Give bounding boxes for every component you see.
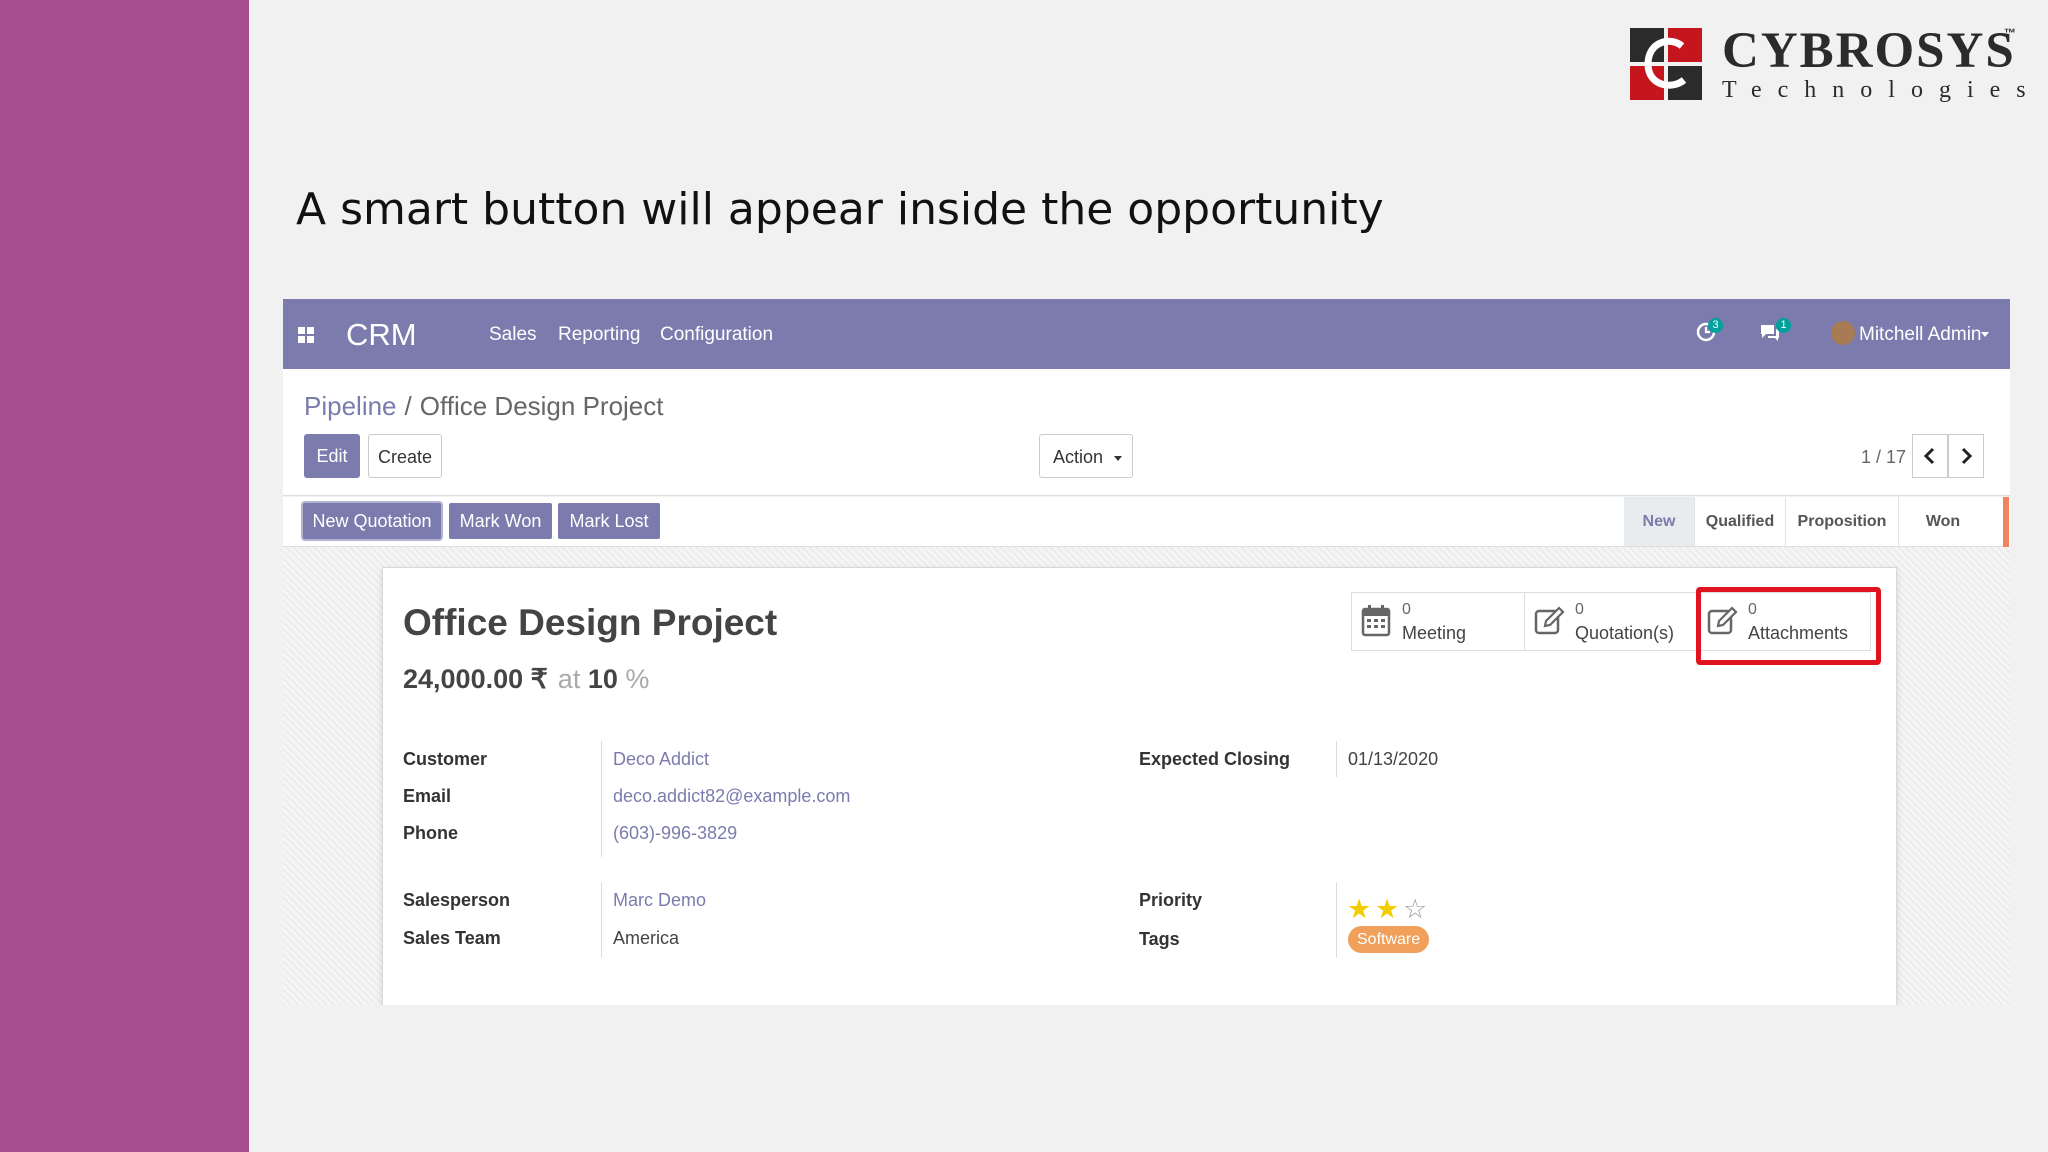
form-statusbar: New Quotation Mark Won Mark Lost New Qua… [283,497,2010,547]
probability-percent: % [625,664,650,694]
quotations-label: Quotation(s) [1575,623,1675,643]
app-name[interactable]: CRM [346,317,417,353]
field-divider [601,741,602,857]
revenue-amount[interactable]: 24,000.00 ₹ [403,664,548,694]
field-divider [601,882,602,958]
expected-closing-label: Expected Closing [1139,749,1291,769]
stage-new[interactable]: New [1624,497,1694,546]
new-quotation-button[interactable]: New Quotation [303,503,441,539]
menu-configuration[interactable]: Configuration [660,324,773,346]
slide-title: A smart button will appear inside the op… [296,184,1384,235]
revenue-at-label: at [557,664,581,694]
top-navbar: CRM Sales Reporting Configuration 3 1 Mi… [283,299,2010,369]
user-avatar[interactable] [1831,321,1855,345]
apps-menu-icon[interactable] [298,327,314,343]
priority-star-icon[interactable]: ★ [1375,896,1399,923]
tag-software[interactable]: Software [1348,926,1430,953]
edit-button[interactable]: Edit [304,434,360,478]
message-badge: 1 [1776,318,1791,333]
sales-team-value[interactable]: America [613,928,679,949]
salesperson-label: Salesperson [403,890,511,910]
mark-lost-button[interactable]: Mark Lost [558,503,660,539]
odoo-crm-window: CRM Sales Reporting Configuration 3 1 Mi… [283,299,2010,1005]
meeting-label: Meeting [1402,623,1467,643]
breadcrumb-separator: / [404,391,412,421]
customer-label: Customer [403,749,488,769]
expected-closing-value[interactable]: 01/13/2020 [1348,749,1438,770]
logo-name: CYBROSYS [1722,23,2016,79]
pager-previous-button[interactable] [1912,434,1948,478]
meeting-smart-button[interactable]: 0 Meeting [1352,593,1524,650]
priority-label: Priority [1139,890,1203,910]
activity-badge: 3 [1708,318,1723,333]
breadcrumb: Pipeline / Office Design Project [304,391,664,422]
menu-reporting[interactable]: Reporting [558,324,640,346]
priority-star-icon[interactable]: ★ [1347,896,1371,923]
opportunity-title[interactable]: Office Design Project [403,602,777,644]
email-value[interactable]: deco.addict82@example.com [613,786,850,807]
field-divider [1336,741,1337,777]
calendar-icon [1361,605,1391,637]
stage-proposition[interactable]: Proposition [1786,497,1898,546]
chevron-right-icon [1961,447,1973,465]
expected-revenue: 24,000.00 ₹ at 10 % [403,664,649,695]
field-divider [1336,882,1337,958]
edit-icon [1534,606,1565,635]
sales-team-label: Sales Team [403,928,501,948]
priority-star-empty-icon[interactable]: ☆ [1403,896,1427,923]
customer-value[interactable]: Deco Addict [613,749,709,770]
pager-value: 1 / 17 [1861,447,1907,467]
attachments-highlight-frame [1696,587,1881,665]
logo-trademark: ™ [2004,26,2016,40]
action-dropdown[interactable]: Action [1039,434,1133,478]
cybrosys-logo: CYBROSYS ™ Technologies [1630,26,2030,106]
salesperson-value[interactable]: Marc Demo [613,890,706,911]
create-button[interactable]: Create [368,434,442,478]
breadcrumb-current: Office Design Project [419,391,664,421]
meeting-count: 0 [1402,601,1411,618]
pager-next-button[interactable] [1948,434,1984,478]
email-label: Email [403,786,452,806]
logo-tagline: Technologies [1722,77,2042,103]
tags-label: Tags [1139,929,1180,949]
cybrosys-logo-mark [1630,28,1702,100]
user-menu-caret-icon[interactable] [1981,332,1989,337]
breadcrumb-pipeline[interactable]: Pipeline [304,391,397,421]
slide-side-band [0,0,249,1152]
probability-value[interactable]: 10 [588,664,618,694]
quotations-count: 0 [1575,601,1584,618]
chevron-left-icon [1923,447,1935,465]
stage-qualified[interactable]: Qualified [1695,497,1785,546]
action-label: Action [1053,447,1104,467]
phone-label: Phone [403,823,459,843]
menu-sales[interactable]: Sales [489,324,537,346]
form-sheet: Office Design Project 24,000.00 ₹ at 10 %… [382,567,1897,1005]
stage-won[interactable]: Won [1899,497,1987,546]
phone-value[interactable]: (603)-996-3829 [613,823,737,844]
action-caret-icon [1114,455,1123,461]
quotations-smart-button[interactable]: 0 Quotation(s) [1525,593,1697,650]
control-panel: Pipeline / Office Design Project Edit Crea… [283,369,2010,496]
user-menu[interactable]: Mitchell Admin [1859,324,1982,346]
mark-won-button[interactable]: Mark Won [449,503,552,539]
